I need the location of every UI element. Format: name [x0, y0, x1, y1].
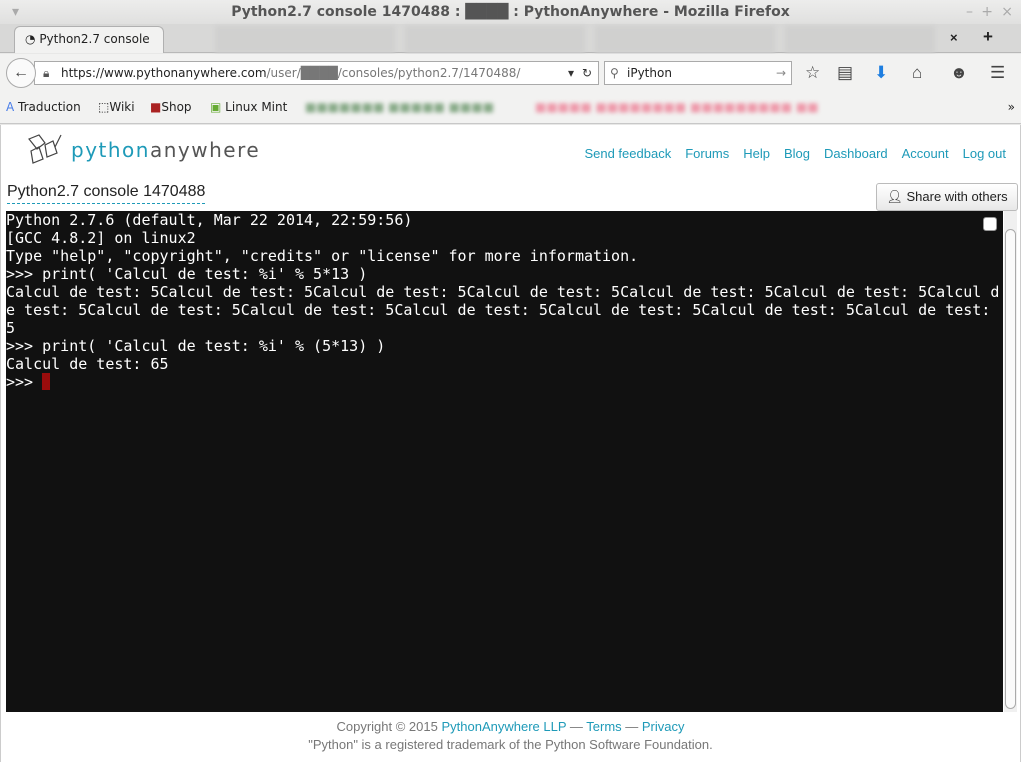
lock-icon: 🔒︎	[43, 66, 50, 80]
console-checkbox[interactable]	[983, 217, 997, 231]
logo-icon	[28, 134, 62, 164]
logo-text: pythonanywhere	[71, 138, 261, 162]
nav-account[interactable]: Account	[902, 146, 949, 161]
search-value: iPython	[627, 66, 672, 80]
tab-blurred[interactable]	[215, 26, 395, 53]
page: pythonanywhere Send feedback Forums Help…	[0, 125, 1021, 762]
window-titlebar: ▾ Python2.7 console 1470488 : ████ : Pyt…	[0, 0, 1021, 24]
maximize-icon[interactable]: +	[981, 0, 993, 24]
add-user-icon: 👤︎	[886, 189, 903, 204]
console-terminal[interactable]: Python 2.7.6 (default, Mar 22 2014, 22:5…	[6, 211, 1003, 712]
url-domain: https://www.pythonanywhere.com	[61, 66, 267, 80]
search-input[interactable]: ⚲ iPython →	[604, 61, 792, 85]
smiley-icon[interactable]: ☻	[950, 63, 968, 83]
nav-help[interactable]: Help	[743, 146, 770, 161]
privacy-link[interactable]: Privacy	[642, 719, 685, 734]
dropdown-icon[interactable]: ▾	[568, 62, 574, 84]
more-bookmarks-icon[interactable]: »	[1008, 100, 1015, 114]
loading-icon: ◔	[25, 32, 36, 46]
logo[interactable]: pythonanywhere	[27, 133, 260, 167]
tab-active[interactable]: ◔ Python2.7 console ... ×	[14, 26, 164, 71]
mint-icon: ▣	[210, 100, 222, 114]
close-window-icon[interactable]: ×	[1001, 0, 1013, 24]
footer: Copyright © 2015 PythonAnywhere LLP — Te…	[1, 718, 1020, 754]
bookmark-label: Wiki	[109, 100, 135, 114]
nav-dashboard[interactable]: Dashboard	[824, 146, 888, 161]
bookmark-blurred[interactable]: ■■■■■■■ ■■■■■ ■■■■	[305, 100, 494, 114]
bookmark-shop[interactable]: ■Shop	[150, 100, 192, 114]
copyright-text: Copyright © 2015	[336, 719, 442, 734]
bookmark-label: Linux Mint	[225, 100, 288, 114]
nav-log-out[interactable]: Log out	[963, 146, 1006, 161]
bookmark-blurred[interactable]: ■■■■■ ■■■■■■■■ ■■■■■■■■■ ■■	[535, 100, 819, 114]
nav-forums[interactable]: Forums	[685, 146, 729, 161]
cursor	[42, 373, 51, 390]
translate-icon: A	[6, 100, 15, 114]
bookmark-linux-mint[interactable]: ▣ Linux Mint	[210, 100, 287, 114]
console-prompt: >>>	[6, 373, 43, 391]
scrollbar[interactable]	[1004, 211, 1017, 712]
nav-toolbar: 🔒︎ https://www.pythonanywhere.com/user/█…	[0, 54, 1021, 92]
search-icon: ⚲	[610, 66, 619, 80]
share-label: Share with others	[906, 189, 1008, 204]
scrollbar-thumb[interactable]	[1005, 229, 1016, 709]
minimize-icon[interactable]: –	[966, 0, 973, 24]
share-button[interactable]: 👤︎ Share with others	[876, 183, 1018, 211]
window-menu-icon[interactable]: ▾	[12, 0, 19, 24]
window-title: Python2.7 console 1470488 : ████ : Pytho…	[231, 4, 790, 20]
bookmark-traduction[interactable]: A Traduction	[6, 100, 81, 114]
reload-icon[interactable]: ↻	[582, 62, 592, 84]
bookmarks-bar: A Traduction ⬚Wiki ■Shop ▣ Linux Mint ■■…	[0, 92, 1021, 124]
nav-blog[interactable]: Blog	[784, 146, 810, 161]
tab-blurred[interactable]	[785, 26, 935, 53]
bookmark-label: Shop	[161, 100, 192, 114]
new-tab-icon[interactable]: +	[983, 27, 993, 47]
close-tab-icon[interactable]: ×	[950, 30, 958, 45]
url-path: /user/████/consoles/python2.7/1470488/	[266, 66, 521, 80]
trademark-text: "Python" is a registered trademark of th…	[308, 737, 713, 752]
nav-send-feedback[interactable]: Send feedback	[584, 146, 671, 161]
folder-icon: ⬚	[98, 100, 110, 114]
url-bar[interactable]: 🔒︎ https://www.pythonanywhere.com/user/█…	[34, 61, 599, 85]
tab-blurred[interactable]	[405, 26, 585, 53]
bookmark-label: Traduction	[18, 100, 81, 114]
bookmark-wiki[interactable]: ⬚Wiki	[98, 100, 135, 114]
terms-link[interactable]: Terms	[586, 719, 621, 734]
site-nav: Send feedback Forums Help Blog Dashboard…	[584, 146, 1006, 161]
menu-icon[interactable]: ☰	[990, 63, 1005, 83]
company-link[interactable]: PythonAnywhere LLP	[441, 719, 566, 734]
separator: —	[566, 719, 587, 734]
reading-list-icon[interactable]: ▤	[837, 63, 853, 83]
console-title[interactable]: Python2.7 console 1470488	[7, 183, 206, 204]
console-output: Python 2.7.6 (default, Mar 22 2014, 22:5…	[6, 211, 1000, 373]
back-button[interactable]: ←	[6, 58, 36, 88]
separator: —	[621, 719, 642, 734]
download-icon[interactable]: ⬇	[874, 63, 888, 83]
shop-icon: ■	[150, 100, 162, 114]
bookmark-star-icon[interactable]: ☆	[805, 63, 820, 83]
tab-blurred[interactable]	[595, 26, 775, 53]
go-arrow-icon[interactable]: →	[776, 62, 786, 84]
tab-bar: ◔ Python2.7 console ... × × +	[0, 24, 1021, 71]
home-icon[interactable]: ⌂	[912, 63, 922, 83]
